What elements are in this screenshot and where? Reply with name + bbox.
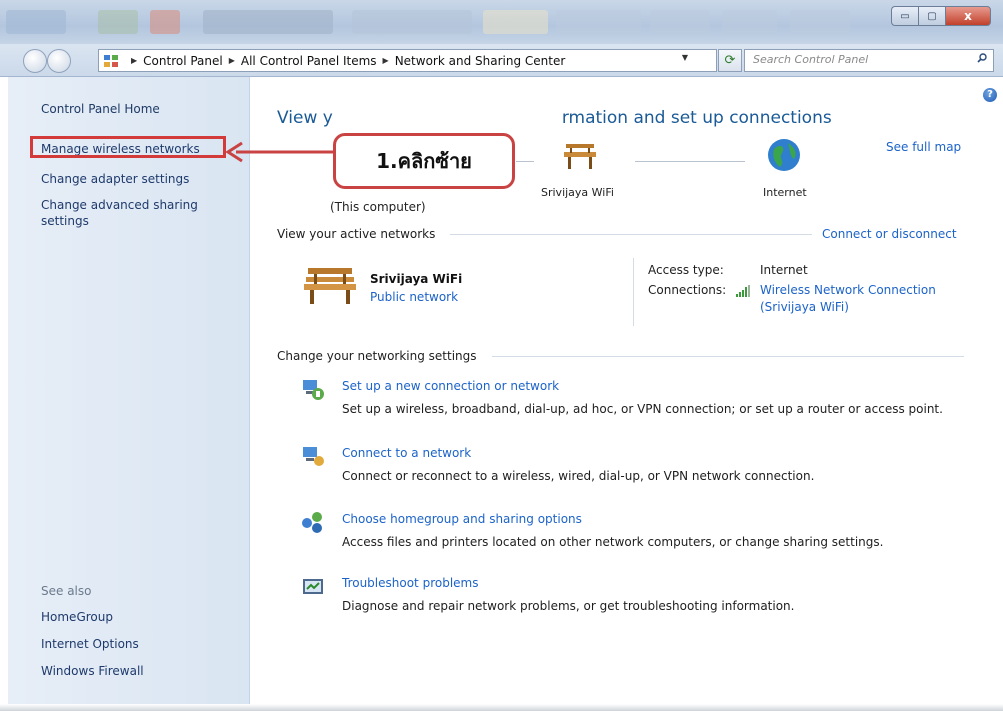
help-icon[interactable]: ? [983,88,997,102]
breadcrumb-network-sharing[interactable]: Network and Sharing Center [395,54,566,68]
breadcrumb-arrow-icon: ▶ [382,56,389,65]
control-panel-home-link[interactable]: Control Panel Home [41,102,160,116]
homegroup-sharing-link[interactable]: Choose homegroup and sharing options [342,512,582,526]
internet-map-label: Internet [763,186,807,199]
chevron-down-icon[interactable]: ▼ [682,53,688,62]
homegroup-link[interactable]: HomeGroup [41,610,113,624]
windows-firewall-link[interactable]: Windows Firewall [41,664,144,678]
internet-options-link[interactable]: Internet Options [41,637,139,651]
breadcrumb-arrow-icon: ▶ [131,56,138,65]
maximize-button[interactable]: ▢ [918,6,945,26]
change-adapter-settings-link[interactable]: Change adapter settings [41,172,189,186]
map-connector-line [635,161,745,162]
annotation-highlight-box [30,136,226,158]
bench-network-icon [304,268,356,304]
page-title: View y rmation and set up connections [277,108,832,128]
address-bar[interactable]: ▶ Control Panel ▶ All Control Panel Item… [98,49,717,72]
wireless-connection-link-line2[interactable]: (Srivijaya WiFi) [760,300,849,314]
section-divider [492,356,964,357]
control-panel-icon [103,54,119,68]
connect-network-icon [303,447,324,466]
annotation-arrow [225,141,334,163]
troubleshoot-icon [303,579,323,594]
this-computer-label: (This computer) [330,200,426,214]
homegroup-icon [302,512,322,533]
active-networks-heading: View your active networks [277,227,436,241]
breadcrumb-control-panel[interactable]: Control Panel [143,54,223,68]
section-divider [450,234,812,235]
connect-to-network-desc: Connect or reconnect to a wireless, wire… [342,469,815,483]
setup-connection-link[interactable]: Set up a new connection or network [342,379,559,393]
close-button[interactable]: x [945,6,991,26]
window-title-bar: ▭ ▢ x [0,0,1003,44]
breadcrumb-all-items[interactable]: All Control Panel Items [241,54,377,68]
network-map-label: Srivijaya WiFi [541,186,614,199]
back-arrow-icon[interactable] [23,49,47,73]
connect-to-network-link[interactable]: Connect to a network [342,446,471,460]
see-also-heading: See also [41,584,92,598]
change-advanced-sharing-link-line2[interactable]: settings [41,214,89,228]
signal-bars-icon [736,285,750,297]
window-bottom-edge [0,704,1003,711]
change-advanced-sharing-link[interactable]: Change advanced sharing [41,198,198,212]
connections-label: Connections: [648,283,727,297]
access-type-value: Internet [760,263,808,277]
globe-icon [768,139,800,171]
search-input[interactable]: Search Control Panel [744,49,994,72]
search-placeholder: Search Control Panel [753,53,869,66]
access-type-label: Access type: [648,263,724,277]
network-name: Srivijaya WiFi [370,272,463,286]
minimize-button[interactable]: ▭ [891,6,918,26]
homegroup-sharing-desc: Access files and printers located on oth… [342,535,884,549]
wireless-connection-link[interactable]: Wireless Network Connection [760,283,936,297]
troubleshoot-link[interactable]: Troubleshoot problems [342,576,478,590]
bench-network-icon [564,144,596,169]
section-divider-vertical [633,258,634,326]
task-pane: Control Panel Home Manage wireless netwo… [8,77,250,711]
network-type-link[interactable]: Public network [370,290,458,304]
map-connector-line [516,161,534,162]
breadcrumb-arrow-icon: ▶ [228,56,235,65]
annotation-callout-text: 1.คลิกซ้าย [376,149,472,173]
new-connection-icon [303,380,324,400]
navigation-bar: ▶ Control Panel ▶ All Control Panel Item… [0,44,1003,77]
window-controls: ▭ ▢ x [891,6,991,26]
refresh-icon[interactable]: ⟳ [718,49,742,72]
search-icon[interactable] [977,53,987,63]
annotation-callout: 1.คลิกซ้าย [333,133,515,189]
setup-connection-desc: Set up a wireless, broadband, dial-up, a… [342,402,943,416]
forward-arrow-icon[interactable] [47,49,71,73]
troubleshoot-desc: Diagnose and repair network problems, or… [342,599,795,613]
see-full-map-link[interactable]: See full map [886,140,961,154]
connect-or-disconnect-link[interactable]: Connect or disconnect [822,227,957,241]
networking-settings-heading: Change your networking settings [277,349,477,363]
